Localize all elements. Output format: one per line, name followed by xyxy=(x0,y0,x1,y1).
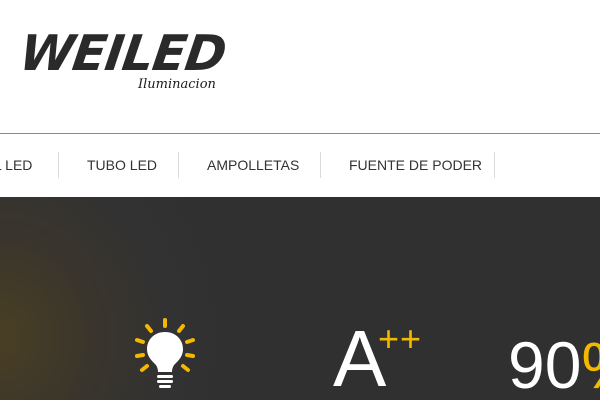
brand-tagline: Iluminacion xyxy=(138,77,216,92)
nav-separator xyxy=(320,152,321,178)
savings-percent-sign: % xyxy=(581,328,600,400)
nav-item-tubo-led[interactable]: TUBO LED xyxy=(87,151,157,179)
light-bulb-icon xyxy=(135,318,195,388)
nav-separator xyxy=(58,152,59,178)
energy-rating-plus: ++ xyxy=(378,318,423,359)
savings-percent-value: 90 xyxy=(508,328,582,400)
site-header: WEILED Iluminacion xyxy=(0,0,600,133)
hero-banner: A ++ 90% xyxy=(0,197,600,400)
nav-separator xyxy=(494,152,495,178)
brand-logo[interactable]: WEILED Iluminacion xyxy=(16,25,233,96)
nav-item-panel-led[interactable]: L LED xyxy=(0,151,32,179)
nav-item-fuente-de-poder[interactable]: FUENTE DE PODER xyxy=(349,151,482,179)
main-nav: L LED TUBO LED AMPOLLETAS FUENTE DE PODE… xyxy=(0,134,600,197)
nav-separator xyxy=(178,152,179,178)
savings-percent: 90% xyxy=(508,330,600,400)
nav-item-ampolletas[interactable]: AMPOLLETAS xyxy=(207,151,299,179)
brand-name: WEILED xyxy=(16,25,230,82)
